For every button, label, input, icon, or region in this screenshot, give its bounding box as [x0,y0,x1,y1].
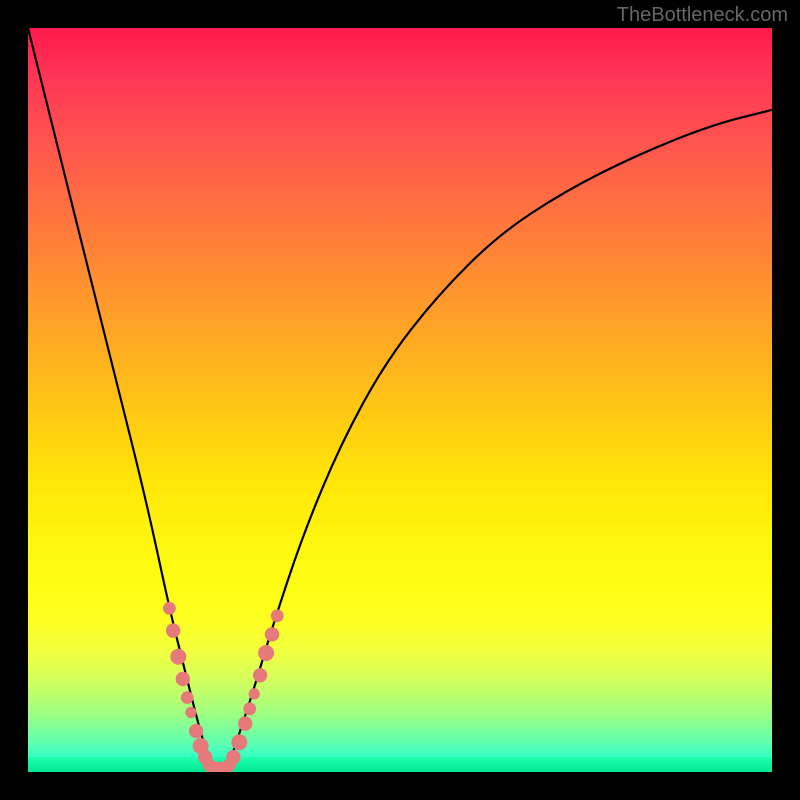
marker-dot [185,707,196,718]
plot-area [28,28,772,772]
marker-dot [170,649,186,665]
marker-dot [163,602,176,615]
marker-dot [253,668,267,682]
marker-dot [238,716,252,730]
marker-dot [176,672,190,686]
marker-dot [265,627,279,641]
marker-dot [166,623,180,637]
marker-dot [181,691,194,704]
marker-dot [226,750,240,764]
watermark-text: TheBottleneck.com [617,4,788,27]
bottleneck-curve [28,28,772,770]
marker-cluster [163,602,284,772]
marker-dot [271,609,284,622]
marker-dot [243,702,256,715]
marker-dot [189,724,203,738]
marker-dot [258,645,274,661]
curve-svg [28,28,772,772]
marker-dot [231,734,247,750]
marker-dot [249,688,260,699]
